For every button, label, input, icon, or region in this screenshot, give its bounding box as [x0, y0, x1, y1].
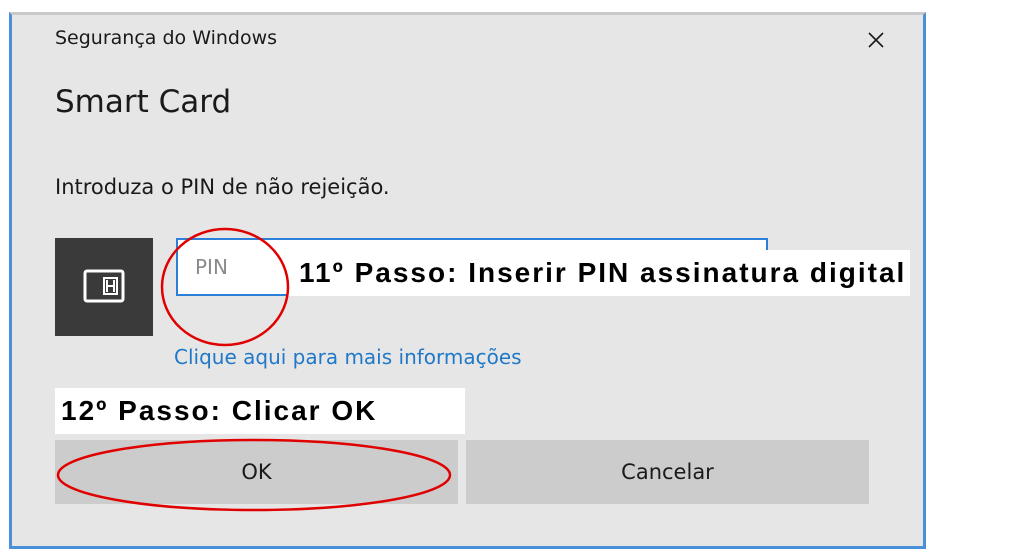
step-11-annotation: 11º Passo: Inserir PIN assinatura digita…: [287, 250, 911, 296]
step-12-annotation: 12º Passo: Clicar OK: [55, 388, 465, 434]
close-icon[interactable]: [858, 22, 894, 58]
smart-card-icon: [55, 238, 153, 336]
more-info-link[interactable]: Clique aqui para mais informações: [174, 345, 522, 369]
cancel-button[interactable]: Cancelar: [466, 440, 869, 504]
instruction-text: Introduza o PIN de não rejeição.: [55, 175, 390, 199]
dialog-heading: Smart Card: [55, 84, 232, 120]
ok-button[interactable]: OK: [55, 440, 458, 504]
screenshot-stage: Segurança do Windows Smart Card Introduz…: [0, 0, 1020, 554]
window-title: Segurança do Windows: [55, 27, 278, 49]
